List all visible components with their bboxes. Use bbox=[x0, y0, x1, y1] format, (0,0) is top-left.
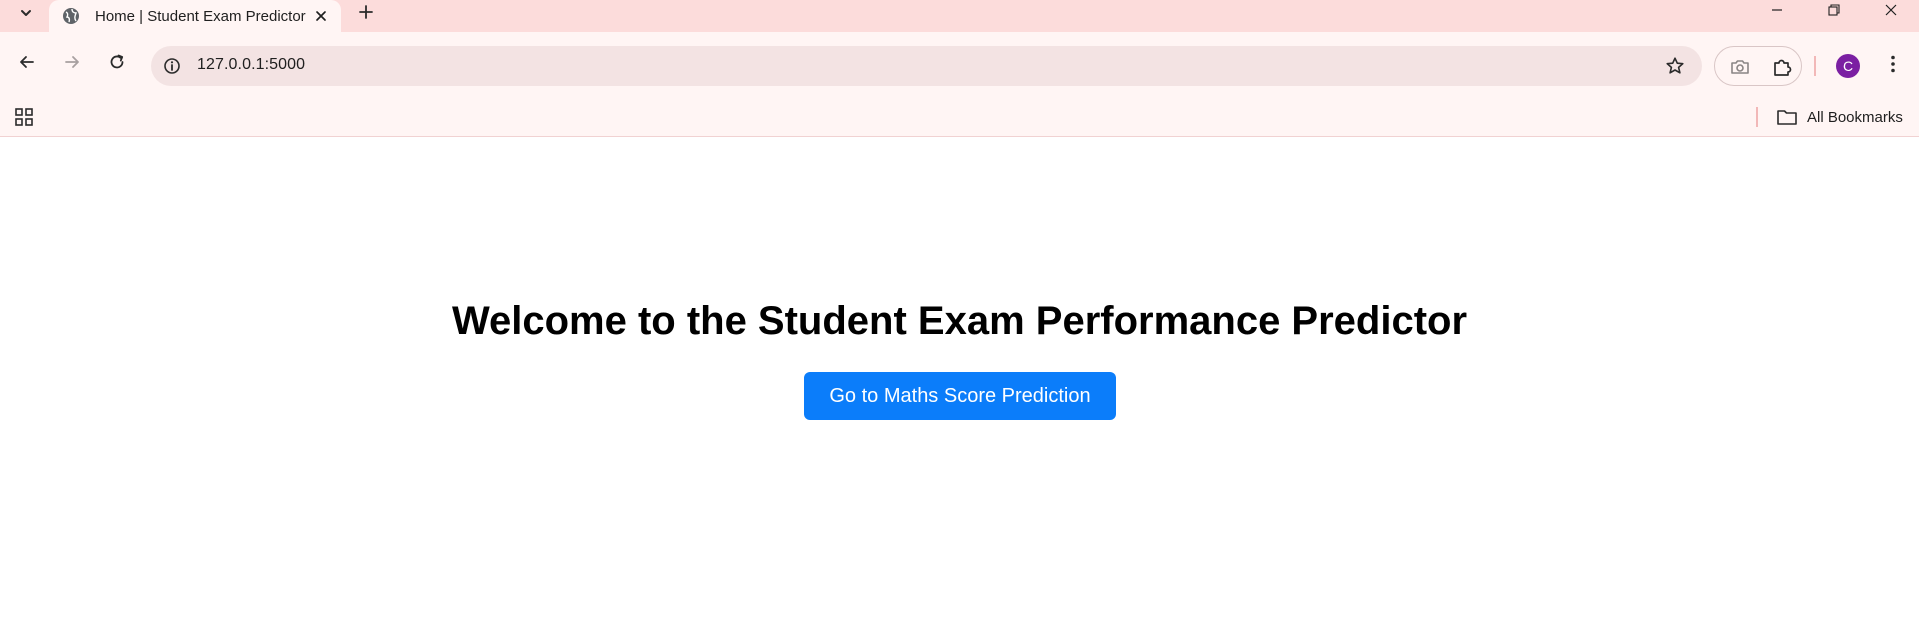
profile-initial: C bbox=[1842, 58, 1854, 74]
bookmarks-divider bbox=[1756, 107, 1758, 127]
globe-icon bbox=[61, 6, 81, 26]
chevron-down-icon bbox=[19, 6, 33, 25]
browser-toolbar: 127.0.0.1:5000 C bbox=[0, 32, 1919, 99]
minimize-icon bbox=[1770, 3, 1784, 22]
more-vertical-icon bbox=[1890, 54, 1896, 79]
camera-icon[interactable] bbox=[1729, 56, 1751, 78]
reload-icon bbox=[108, 53, 126, 76]
restore-icon bbox=[1827, 3, 1841, 22]
tab-search-button[interactable] bbox=[9, 1, 43, 29]
tab-strip: Home | Student Exam Predictor bbox=[0, 0, 1919, 32]
toolbar-divider bbox=[1814, 56, 1816, 76]
minimize-button[interactable] bbox=[1754, 0, 1800, 24]
browser-menu-button[interactable] bbox=[1880, 52, 1906, 80]
arrow-right-icon bbox=[63, 53, 81, 76]
folder-icon bbox=[1775, 107, 1799, 127]
all-bookmarks-label: All Bookmarks bbox=[1807, 108, 1903, 126]
arrow-left-icon bbox=[18, 53, 36, 76]
plus-icon bbox=[358, 4, 374, 25]
extensions-group bbox=[1714, 46, 1802, 86]
puzzle-icon[interactable] bbox=[1770, 55, 1794, 79]
address-bar[interactable]: 127.0.0.1:5000 bbox=[151, 46, 1702, 86]
tab-title: Home | Student Exam Predictor bbox=[95, 7, 306, 25]
back-button[interactable] bbox=[10, 47, 44, 81]
reload-button[interactable] bbox=[100, 47, 134, 81]
window-close-button[interactable] bbox=[1868, 0, 1914, 24]
page-title: Welcome to the Student Exam Performance … bbox=[451, 299, 1468, 343]
bookmark-star-icon[interactable] bbox=[1664, 55, 1686, 77]
apps-grid-icon bbox=[14, 107, 34, 132]
site-info-icon[interactable] bbox=[161, 55, 183, 77]
close-icon bbox=[1884, 3, 1898, 22]
forward-button[interactable] bbox=[55, 47, 89, 81]
address-url[interactable]: 127.0.0.1:5000 bbox=[197, 56, 305, 74]
restore-button[interactable] bbox=[1811, 0, 1857, 24]
page-viewport: Welcome to the Student Exam Performance … bbox=[0, 138, 1919, 617]
new-tab-button[interactable] bbox=[353, 1, 379, 27]
maths-score-prediction-button[interactable]: Go to Maths Score Prediction bbox=[804, 372, 1116, 420]
bookmarks-bar: All Bookmarks bbox=[0, 99, 1919, 137]
all-bookmarks-button[interactable]: All Bookmarks bbox=[1775, 104, 1903, 130]
profile-avatar[interactable]: C bbox=[1836, 54, 1860, 78]
tab-active[interactable]: Home | Student Exam Predictor bbox=[49, 0, 341, 32]
apps-button[interactable] bbox=[12, 107, 36, 131]
close-icon[interactable] bbox=[311, 6, 331, 26]
